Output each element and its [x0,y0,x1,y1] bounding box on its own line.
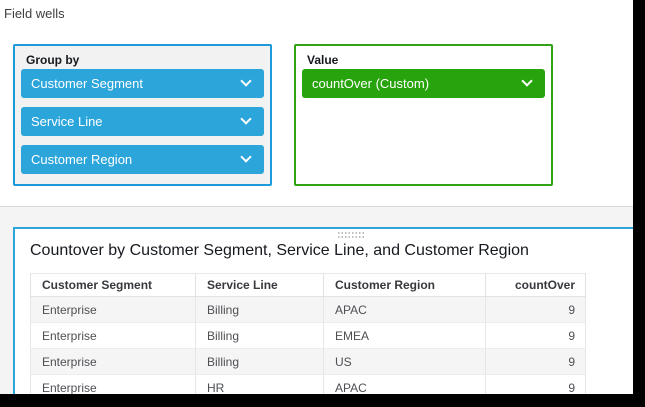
field-pill-countover[interactable]: countOver (Custom) [302,69,545,98]
results-table: Customer Segment Service Line Customer R… [30,273,586,401]
table-visual-container[interactable]: Countover by Customer Segment, Service L… [13,227,638,407]
field-pill-label: Service Line [31,114,103,129]
chevron-down-icon [240,75,251,86]
field-pill-label: Customer Segment [31,76,143,91]
cell-service-line[interactable]: Billing [196,297,324,323]
chevron-down-icon [240,113,251,124]
field-wells-heading: Field wells [4,6,65,21]
screen-edge-right [633,0,645,407]
column-header-customer-segment[interactable]: Customer Segment [31,274,196,297]
drag-handle-icon[interactable] [337,231,364,239]
cell-customer-segment[interactable]: Enterprise [31,323,196,349]
field-pill-label: countOver (Custom) [312,76,429,91]
field-pill-service-line[interactable]: Service Line [21,107,264,136]
field-pill-label: Customer Region [31,152,132,167]
value-well[interactable]: Value countOver (Custom) [294,44,553,186]
cell-service-line[interactable]: Billing [196,323,324,349]
cell-customer-region[interactable]: EMEA [324,323,486,349]
cell-countover[interactable]: 9 [486,323,586,349]
group-by-well[interactable]: Group by Customer Segment Service Line C… [13,44,272,186]
field-pill-customer-region[interactable]: Customer Region [21,145,264,174]
column-header-customer-region[interactable]: Customer Region [324,274,486,297]
visual-title: Countover by Customer Segment, Service L… [30,242,529,260]
cell-service-line[interactable]: Billing [196,349,324,375]
table-row: Enterprise Billing APAC 9 [31,297,586,323]
cell-customer-segment[interactable]: Enterprise [31,349,196,375]
cell-customer-segment[interactable]: Enterprise [31,297,196,323]
table-header-row: Customer Segment Service Line Customer R… [31,274,586,297]
column-header-countover[interactable]: countOver [486,274,586,297]
cell-customer-region[interactable]: APAC [324,297,486,323]
table-row: Enterprise Billing EMEA 9 [31,323,586,349]
cell-countover[interactable]: 9 [486,349,586,375]
cell-customer-region[interactable]: US [324,349,486,375]
group-by-label: Group by [26,53,79,67]
table-row: Enterprise Billing US 9 [31,349,586,375]
chevron-down-icon [240,151,251,162]
column-header-service-line[interactable]: Service Line [196,274,324,297]
chevron-down-icon [521,75,532,86]
screen-edge-bottom [0,394,645,407]
field-pill-customer-segment[interactable]: Customer Segment [21,69,264,98]
value-label: Value [307,53,338,67]
cell-countover[interactable]: 9 [486,297,586,323]
dashboard-canvas: Countover by Customer Segment, Service L… [0,206,645,407]
